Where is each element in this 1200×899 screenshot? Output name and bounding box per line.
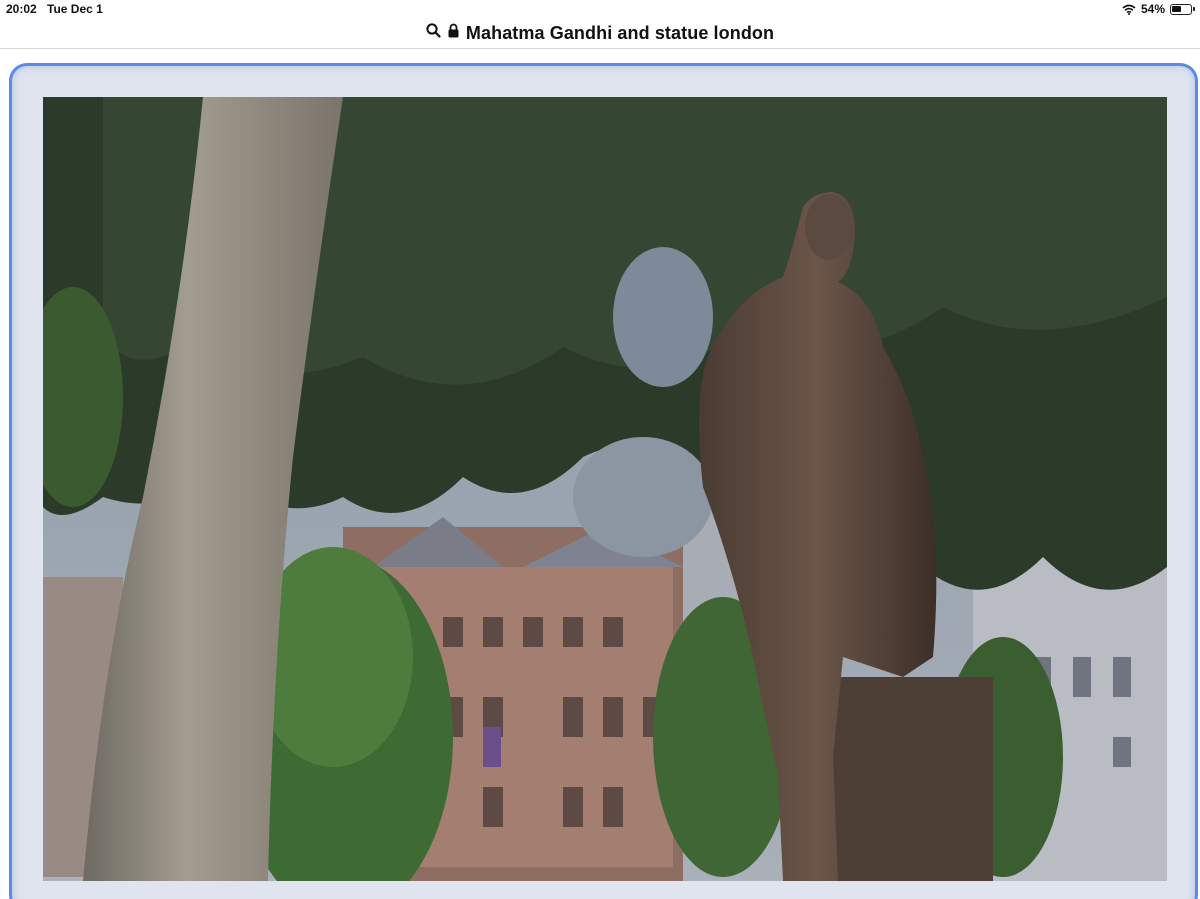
status-time: 20:02 — [6, 2, 37, 16]
statue-photo[interactable] — [43, 97, 1167, 881]
search-icon[interactable] — [426, 23, 441, 43]
battery-fill — [1172, 5, 1182, 12]
status-date: Tue Dec 1 — [47, 2, 103, 16]
address-bar[interactable]: Mahatma Gandhi and statue london — [0, 18, 1200, 48]
battery-icon — [1170, 3, 1195, 15]
toolbar-divider — [0, 48, 1200, 49]
battery-percent: 54% — [1140, 2, 1165, 16]
lock-icon — [448, 23, 459, 43]
status-indicators: 54% — [1122, 2, 1195, 16]
status-bar: 20:02 Tue Dec 1 54% — [0, 0, 1200, 18]
wifi-icon — [1122, 4, 1136, 15]
search-query-text[interactable]: Mahatma Gandhi and statue london — [466, 23, 774, 44]
